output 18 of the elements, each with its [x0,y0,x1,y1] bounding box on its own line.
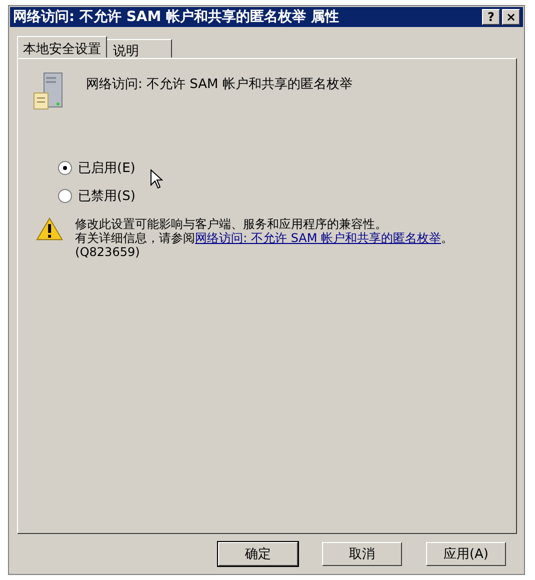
dialog-button[interactable]: 取消 [322,542,402,566]
radio-icon[interactable] [58,189,72,203]
details-text: 有关详细信息，请参阅网络访问: 不允许 SAM 帐户和共享的匿名枚举。 (Q823659) [75,231,454,259]
window-title: 网络访问: 不允许 SAM 帐户和共享的匿名枚举 属性 [13,8,340,26]
warning-text: 修改此设置可能影响与客户端、服务和应用程序的兼容性。 [75,217,388,231]
close-button[interactable]: × [502,9,520,25]
help-link[interactable]: 网络访问: 不允许 SAM 帐户和共享的匿名枚举 [195,231,442,245]
radio-option[interactable]: 已禁用(S) [58,187,136,205]
tab[interactable]: 说明 [106,39,172,58]
tab[interactable]: 本地安全设置 [17,36,107,58]
dialog-button[interactable]: 应用(A) [426,542,506,566]
dialog-button[interactable]: 确定 [218,542,298,566]
help-button[interactable]: ? [482,9,500,25]
policy-name: 网络访问: 不允许 SAM 帐户和共享的匿名枚举 [86,76,352,93]
cursor-icon [150,169,163,189]
warning-icon [36,217,64,241]
radio-icon[interactable] [58,161,72,175]
radio-option[interactable]: 已启用(E) [58,159,136,177]
